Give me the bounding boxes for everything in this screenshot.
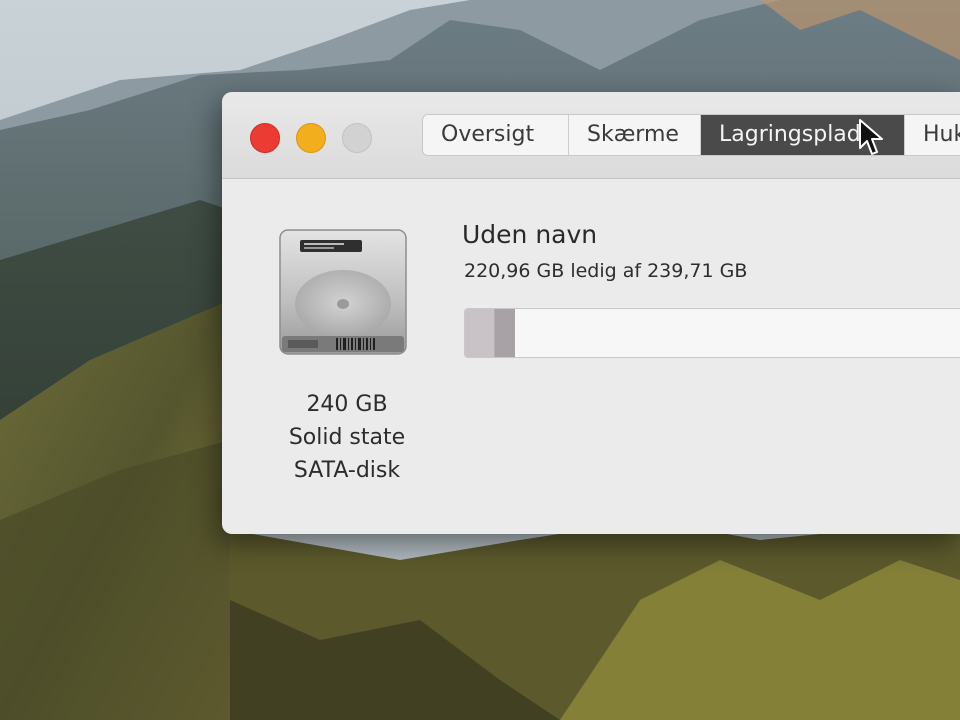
minimize-button[interactable] (296, 123, 326, 153)
disk-info: 240 GB Solid state SATA-disk (262, 388, 432, 487)
mouse-pointer-icon (858, 118, 884, 158)
usage-segment-system (465, 309, 495, 357)
disk-capacity: 240 GB (306, 392, 388, 417)
hard-drive-icon (278, 228, 408, 356)
window-titlebar: Oversigt Skærme Lagringsplads Huk (222, 92, 960, 179)
storage-usage-bar (464, 308, 960, 358)
zoom-button[interactable] (342, 123, 372, 153)
volume-free-space: 220,96 GB ledig af 239,71 GB (464, 260, 748, 282)
volume-name: Uden navn (462, 220, 598, 249)
close-button[interactable] (250, 123, 280, 153)
disk-interface: SATA-disk (293, 458, 401, 483)
usage-segment-other (495, 309, 515, 357)
tab-skaerme[interactable]: Skærme (569, 115, 701, 155)
disk-type: Solid state (288, 425, 406, 450)
tab-hukommelse[interactable]: Huk (905, 115, 960, 155)
tab-oversigt[interactable]: Oversigt (423, 115, 569, 155)
system-info-window: Oversigt Skærme Lagringsplads Huk (222, 92, 960, 534)
